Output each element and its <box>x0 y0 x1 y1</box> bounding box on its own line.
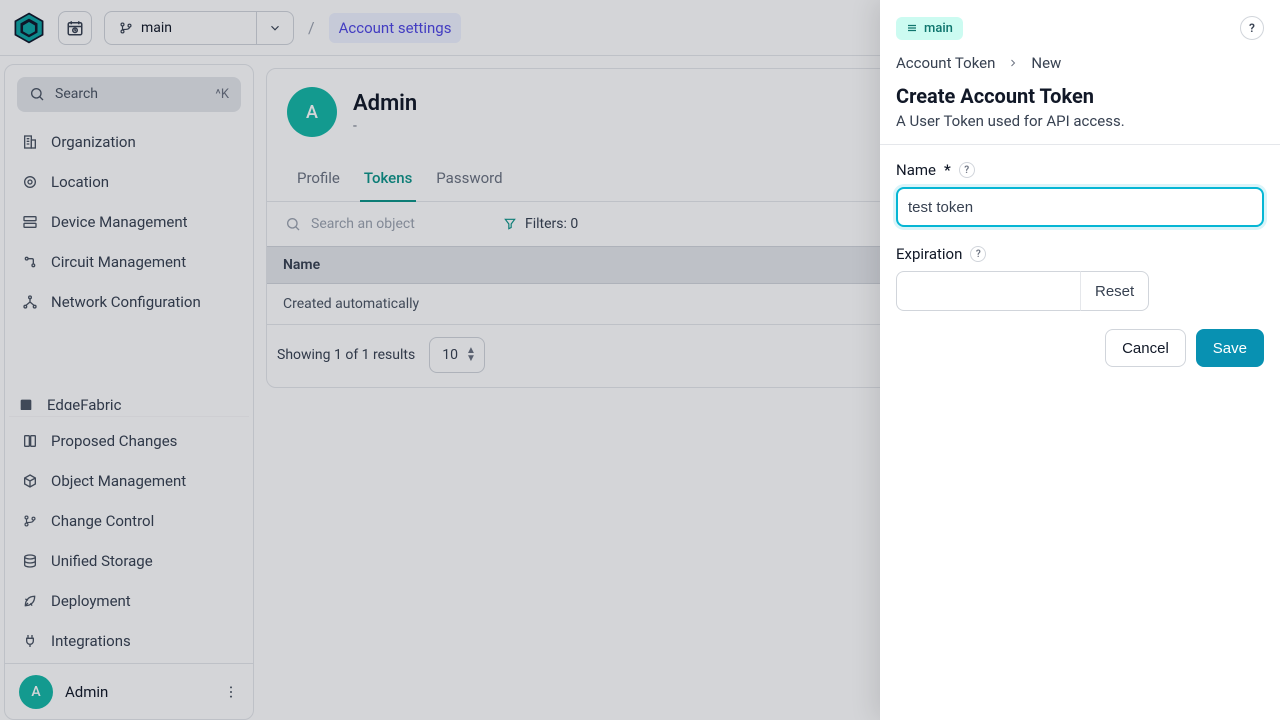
name-input[interactable] <box>896 187 1264 227</box>
name-label: Name * ? <box>896 161 1264 179</box>
panel-breadcrumb: Account Token New <box>896 54 1264 72</box>
branch-chip[interactable]: main <box>896 17 963 40</box>
cancel-button[interactable]: Cancel <box>1105 329 1186 367</box>
help-button[interactable]: ? <box>1240 16 1264 40</box>
chevron-right-icon <box>1007 57 1019 69</box>
expiration-help-icon[interactable]: ? <box>970 246 986 262</box>
expiration-input[interactable] <box>896 271 1080 311</box>
panel-title: Create Account Token <box>896 84 1264 108</box>
create-token-panel: main ? Account Token New Create Account … <box>880 0 1280 720</box>
reset-button[interactable]: Reset <box>1080 271 1149 311</box>
panel-subtitle: A User Token used for API access. <box>896 112 1264 130</box>
expiration-label: Expiration ? <box>896 245 1264 263</box>
name-help-icon[interactable]: ? <box>959 162 975 178</box>
save-button[interactable]: Save <box>1196 329 1264 367</box>
